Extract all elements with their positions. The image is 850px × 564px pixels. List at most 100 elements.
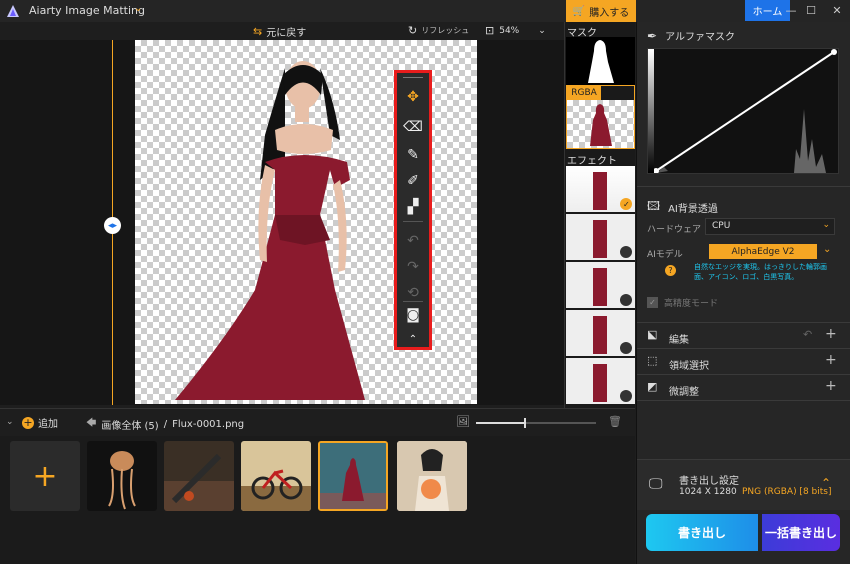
buy-button[interactable]: 🛒 購入する [566, 0, 636, 22]
move-icon[interactable]: ✥ [397, 85, 429, 109]
chevron-down-icon[interactable]: ⌄ [823, 244, 831, 255]
plus-icon: + [32, 458, 58, 494]
batch-export-button[interactable]: 一括書き出し [762, 514, 840, 551]
brush-icon[interactable]: ✎ [397, 143, 429, 167]
undo-icon[interactable]: ↶ [803, 328, 812, 341]
finetune-section[interactable]: ◩ 微調整 + [637, 374, 850, 400]
model-label: AIモデル [647, 250, 683, 260]
collapse-chevron-icon[interactable]: ⌄ [6, 417, 14, 427]
thumbnail-size-slider[interactable] [476, 418, 596, 428]
thumbnail-bicycle[interactable] [241, 441, 311, 511]
thumbnail-woman-flowers[interactable] [397, 441, 467, 511]
refresh-button[interactable]: ↻ リフレッシュ [408, 24, 469, 37]
slider-thumb[interactable] [524, 418, 526, 428]
export-size: 1024 X 1280 [679, 487, 737, 497]
ai-bg-section: 🖾 AI背景透過 ハードウェア CPU ⌄ AIモデル AlphaEdge V2… [637, 186, 850, 320]
toolbox-grip[interactable] [403, 77, 423, 78]
eraser-icon[interactable]: ⌫ [397, 115, 429, 139]
collapse-icon[interactable]: ⌃ [397, 327, 429, 351]
swap-icon: ⇆ [253, 25, 263, 38]
edit-toolbox: ✥ ⌫ ✎ ✐ ▞ ↶ ↷ ⟲ ◙ ⌃ [394, 70, 432, 350]
effect-thumbnail-5[interactable] [566, 358, 635, 404]
hq-mode-checkbox[interactable]: ✓ 高精度モード [647, 296, 718, 309]
edit-icon: ⬕ [647, 328, 658, 341]
export-format: PNG (RGBA) [8 bits] [742, 487, 832, 497]
smart-brush-icon[interactable]: ✐ [397, 169, 429, 193]
thumbnail-woman-forest[interactable] [318, 441, 388, 511]
redo-icon[interactable]: ↷ [397, 255, 429, 279]
app-logo-icon [7, 5, 19, 17]
effect-thumbnail-3[interactable] [566, 262, 635, 308]
spacer [637, 400, 850, 460]
export-button[interactable]: 書き出し [646, 514, 758, 551]
export-title: 書き出し設定 [679, 476, 739, 487]
divider [403, 221, 423, 222]
region-icon: ⬚ [647, 354, 658, 367]
settings-panel: ✒ アルファマスク 🖾 AI背景透過 ハードウェア CPU ⌄ AIモデル Al… [636, 22, 850, 564]
canvas-toolbar: ⇆ 元に戻す ↻ リフレッシュ ⊡ 54% ⌄ [0, 22, 564, 40]
hardware-dropdown[interactable]: CPU ⌄ [705, 218, 835, 235]
divider-handle-icon[interactable]: ◂▸ [104, 217, 121, 234]
breadcrumb-all[interactable]: 画像全体 (5) [101, 417, 158, 432]
image-size-icon: 🖼 [456, 415, 470, 428]
plus-icon[interactable]: + [825, 326, 837, 342]
chevron-down-icon[interactable]: ⌄ [134, 3, 142, 14]
region-select-section[interactable]: ⬚ 領域選択 + [637, 348, 850, 374]
divider [403, 301, 423, 302]
plus-icon[interactable]: + [825, 352, 837, 368]
model-dropdown[interactable]: AlphaEdge V2 [709, 244, 817, 259]
chevron-down-icon: ⌄ [822, 220, 830, 230]
finetune-label: 微調整 [669, 387, 699, 398]
effect-thumbnail-4[interactable] [566, 310, 635, 356]
close-button[interactable]: ✕ [826, 0, 848, 21]
edit-section[interactable]: ⬕ 編集 ↶ + [637, 322, 850, 348]
model-description: 自然なエッジを実現。はっきりした輪郭画面、アイコン、ロゴ、白黒写真。 [694, 263, 827, 281]
app-title: Aiarty Image Matting [29, 4, 145, 17]
plus-icon[interactable]: + [825, 378, 837, 394]
add-image-tile[interactable]: + [10, 441, 80, 511]
slider-fill [476, 422, 526, 424]
thumbnail-jellyfish[interactable] [87, 441, 157, 511]
rgba-thumbnail [567, 100, 634, 148]
eyedropper-icon[interactable]: ✒ [647, 29, 657, 43]
hardware-label: ハードウェア [647, 225, 702, 235]
checkbox-icon: ✓ [647, 297, 658, 308]
chevron-down-icon: ⌄ [538, 25, 546, 36]
rgba-preview[interactable]: RGBA [566, 85, 635, 149]
zoom-icon: ⊡ [485, 24, 495, 37]
trash-icon[interactable]: 🗑 [608, 415, 622, 428]
finetune-icon: ◩ [647, 380, 658, 393]
minimize-button[interactable]: — [780, 0, 802, 21]
title-bar: Aiarty Image Matting ⌄ 🛒 購入する ホーム — ☐ ✕ [0, 0, 850, 22]
preview-panel: マスク RGBA エフェクト ✓ [564, 22, 635, 408]
export-settings[interactable]: 🖵 書き出し設定 1024 X 1280 PNG (RGBA) [8 bits]… [637, 460, 850, 510]
effect-thumbnail-2[interactable] [566, 214, 635, 260]
zoom-control[interactable]: ⊡ 54% ⌄ [485, 24, 546, 37]
image-ai-icon: 🖾 [647, 199, 661, 213]
rgba-label: RGBA [567, 86, 601, 100]
cart-icon: 🛒 [572, 5, 586, 17]
export-settings-icon: 🖵 [649, 476, 663, 492]
edit-label: 編集 [669, 335, 689, 346]
view-icon[interactable]: ◙ [397, 303, 429, 327]
back-arrow-icon[interactable]: 🡄 [86, 416, 96, 433]
ai-bg-header: 🖾 AI背景透過 [647, 197, 718, 218]
breadcrumb: 🡄 画像全体 (5) / Flux-0001.png [86, 416, 245, 433]
undo-icon[interactable]: ↶ [397, 229, 429, 253]
alpha-mask-header: ✒ アルファマスク [647, 28, 735, 44]
add-icon: + [22, 416, 34, 429]
undo-all-button[interactable]: ⇆ 元に戻す [253, 24, 306, 39]
roller-icon[interactable]: ▞ [397, 195, 429, 219]
effect-label: エフェクト [567, 156, 617, 167]
add-button[interactable]: + 追加 [22, 415, 58, 430]
effect-thumbnail-1[interactable]: ✓ [566, 166, 635, 212]
refresh-icon: ↻ [408, 24, 418, 37]
mask-thumbnail[interactable] [566, 37, 635, 85]
collapse-icon[interactable]: ⌃ [821, 476, 831, 490]
thumbnail-forest-floor[interactable] [164, 441, 234, 511]
breadcrumb-file: Flux-0001.png [172, 419, 245, 430]
alpha-curve-graph[interactable] [647, 48, 839, 174]
maximize-button[interactable]: ☐ [800, 0, 822, 21]
gallery-toolbar: ⌄ + 追加 🡄 画像全体 (5) / Flux-0001.png 🖼 🗑 [0, 408, 635, 436]
help-icon[interactable]: ? [665, 265, 676, 276]
